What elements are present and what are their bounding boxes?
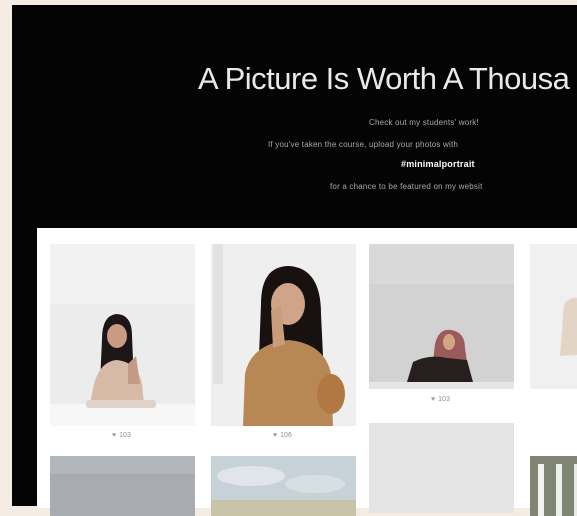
- gallery-photo[interactable]: [50, 456, 195, 516]
- gallery-photo[interactable]: [211, 244, 356, 426]
- portrait-photo-image: [211, 244, 356, 426]
- gallery-photo[interactable]: [50, 244, 195, 426]
- like-count: ♥ 106: [273, 432, 292, 439]
- hero-title: A Picture Is Worth A Thousa: [198, 61, 570, 96]
- portrait-photo-image: [211, 456, 356, 516]
- gallery-photo[interactable]: [530, 456, 577, 516]
- like-count: ♥ 103: [112, 432, 131, 439]
- hero-subtitle-line-1: Check out my students' work!: [369, 118, 479, 127]
- gallery-photo[interactable]: [211, 456, 356, 516]
- portrait-photo-image: [50, 244, 195, 426]
- heart-icon[interactable]: ♥: [431, 396, 435, 403]
- portrait-photo-image: [530, 456, 577, 516]
- portrait-photo-image: [369, 423, 514, 513]
- student-gallery: ♥ 103 ♥ 106 ♥ 103: [37, 228, 577, 516]
- heart-icon[interactable]: ♥: [112, 432, 116, 439]
- gallery-photo[interactable]: [369, 244, 514, 389]
- like-count: ♥ 103: [431, 396, 450, 403]
- portrait-photo-image: [50, 456, 195, 516]
- hero-subtitle-line-2: If you've taken the course, upload your …: [268, 140, 459, 149]
- hashtag-text[interactable]: #minimalportrait: [401, 159, 475, 169]
- portrait-photo-image: [369, 244, 514, 389]
- gallery-photo[interactable]: [369, 423, 514, 513]
- portrait-photo-image: [530, 244, 577, 389]
- heart-icon[interactable]: ♥: [273, 432, 277, 439]
- gallery-photo[interactable]: [530, 244, 577, 389]
- hero-subtitle-line-4: for a chance to be featured on my websit: [330, 182, 483, 191]
